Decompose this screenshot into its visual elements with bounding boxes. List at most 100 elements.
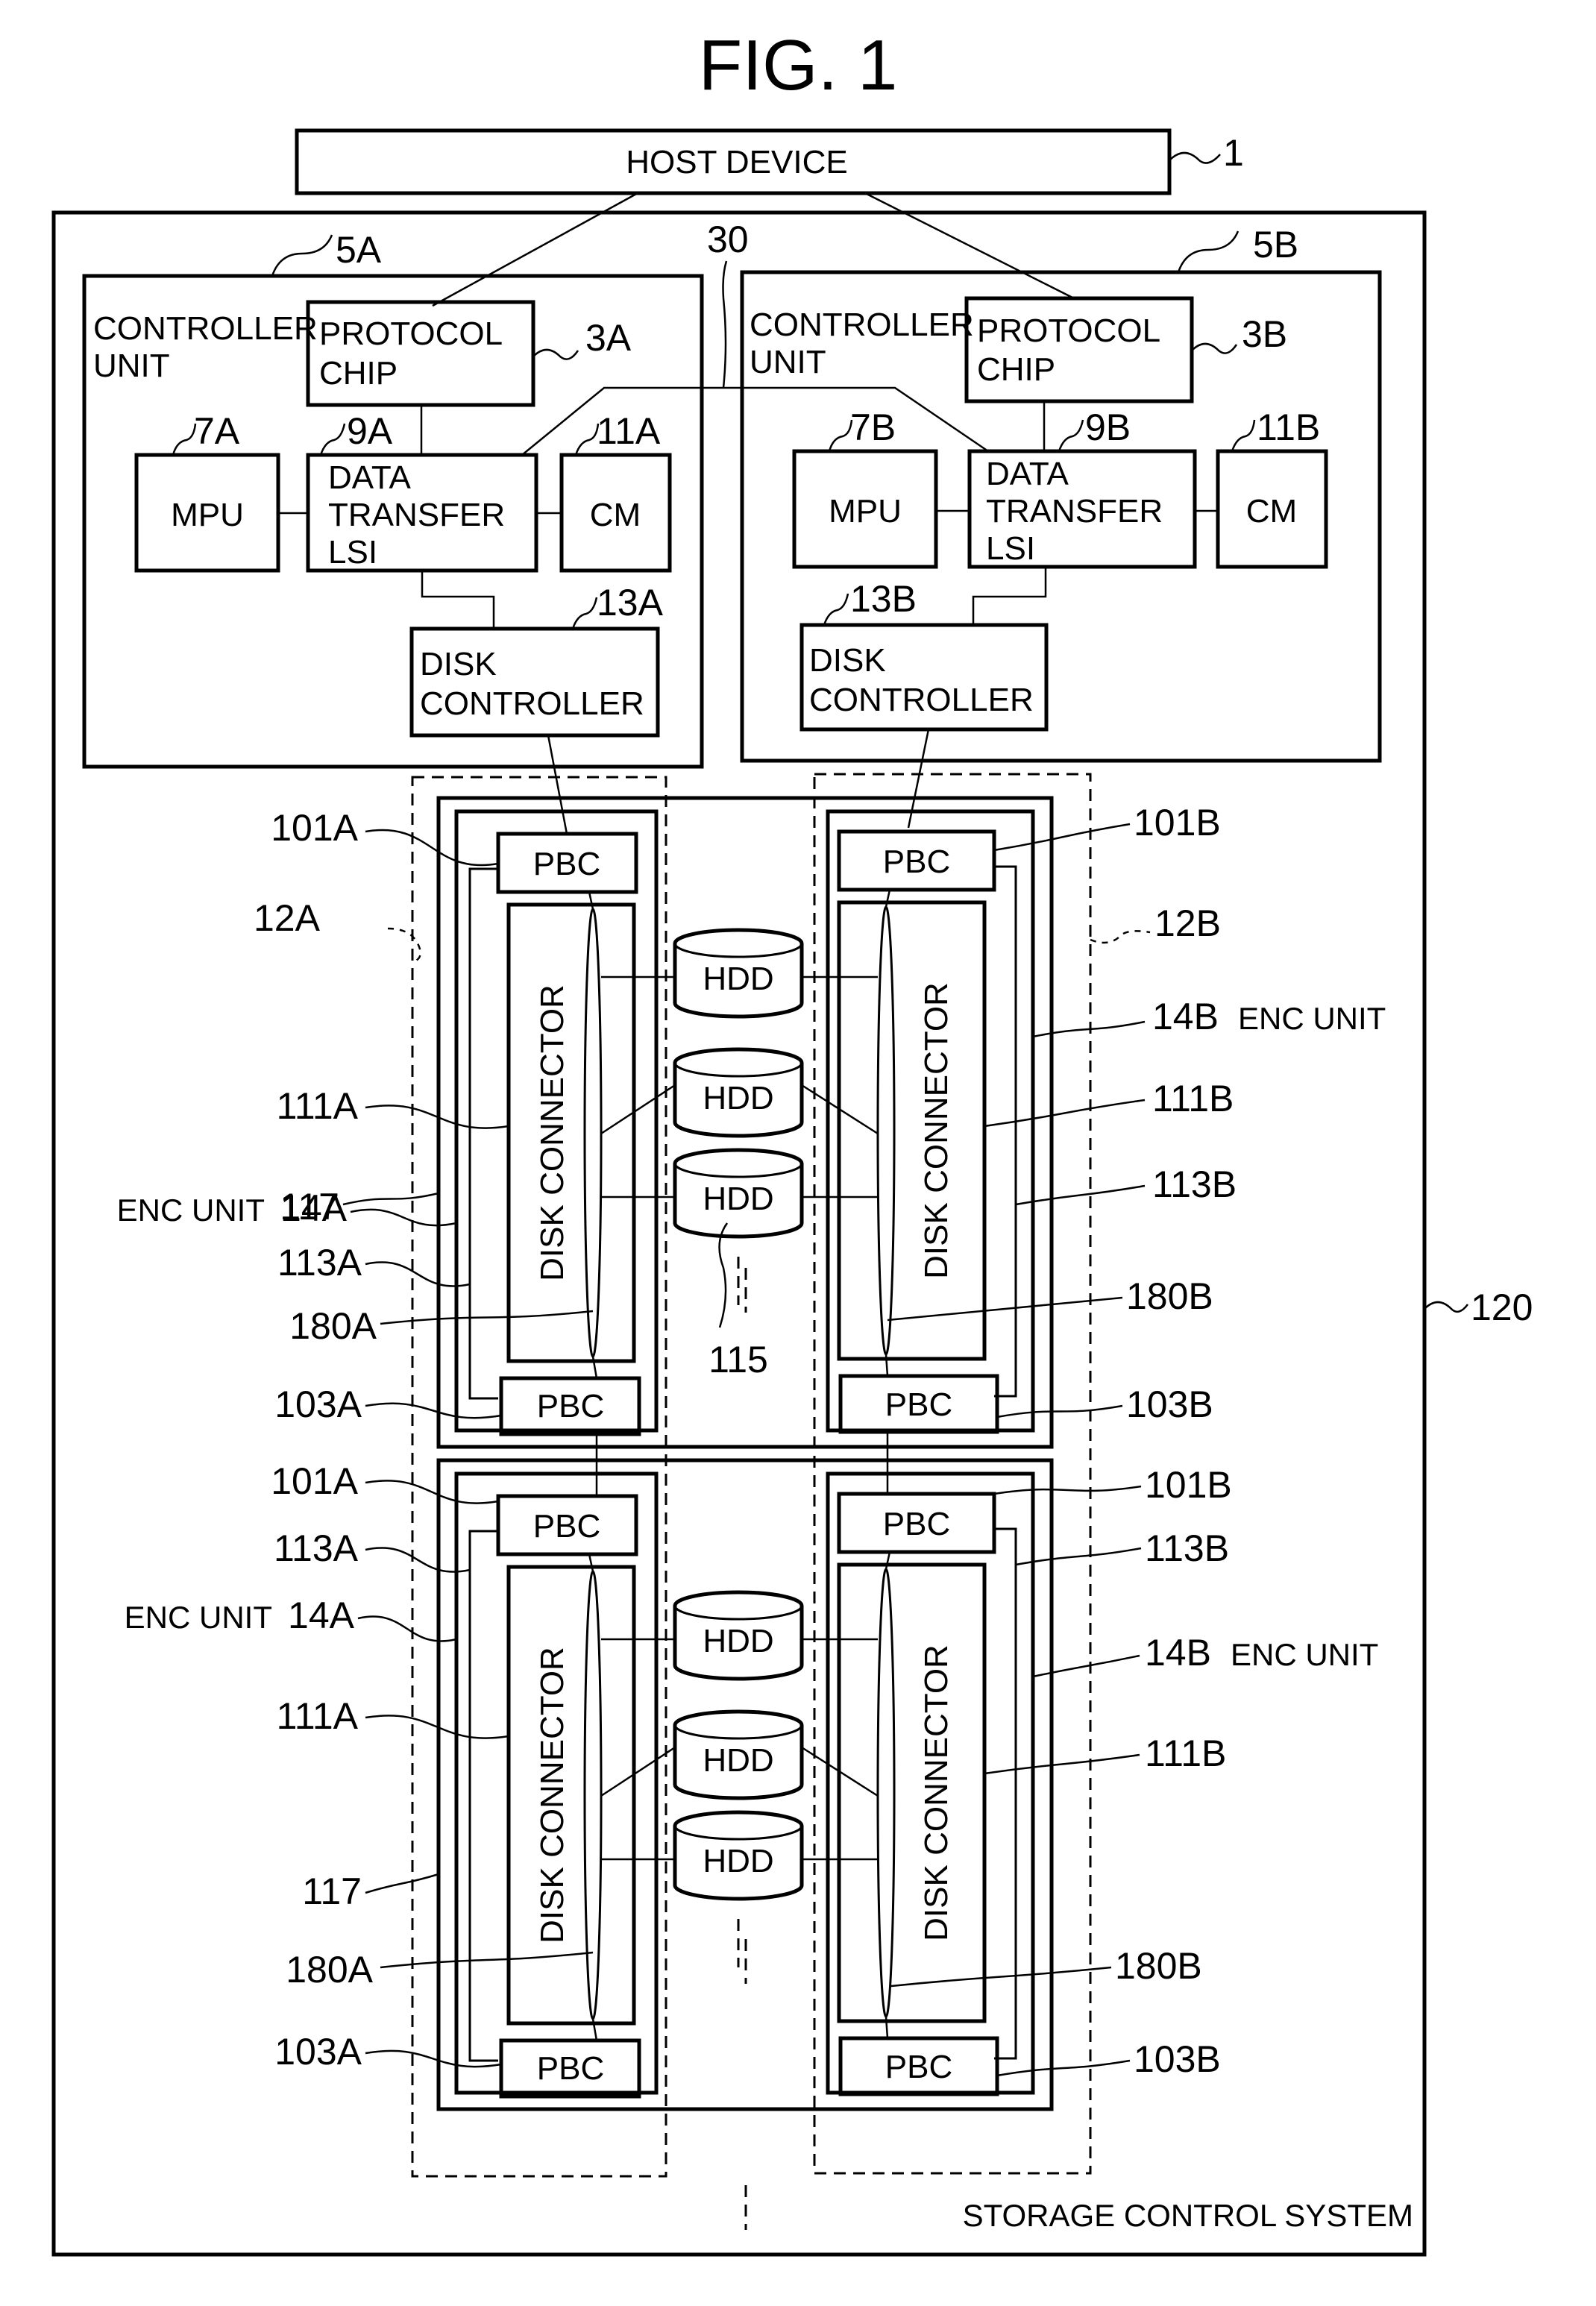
disk-controller-a-ref: 13A <box>597 582 664 623</box>
pbc-bottom-a-label: PBC <box>537 1388 604 1424</box>
ref-111a: 111A <box>277 1085 359 1127</box>
ref-115: 115 <box>709 1339 768 1380</box>
disk-controller-b-ref: 13B <box>850 578 917 620</box>
host-link-b <box>864 192 1075 300</box>
loop-180b <box>876 905 896 1356</box>
controller-unit-a: 5A CONTROLLER UNIT PROTOCOL CHIP 3A MPU … <box>82 229 704 769</box>
ref-180a: 180A <box>286 1949 373 1991</box>
inter-controller-path-ref: 30 <box>707 219 749 260</box>
data-transfer-lsi-b-line3: LSI <box>986 530 1035 567</box>
hdd-label: HDD <box>703 1843 773 1879</box>
disk-connector-a <box>506 902 636 1363</box>
ref-113a: 113A <box>277 1242 362 1284</box>
host-device: HOST DEVICE 1 <box>295 128 1244 195</box>
ref-101a: 101A <box>271 807 358 849</box>
hdd-label: HDD <box>703 1623 773 1659</box>
mpu-a-ref: 7A <box>194 410 240 452</box>
protocol-chip-b-line1: PROTOCOL <box>977 312 1160 349</box>
controller-a-label-line2: UNIT <box>93 348 170 384</box>
controller-b-label-line1: CONTROLLER <box>750 307 974 343</box>
data-transfer-lsi-b-line1: DATA <box>986 456 1069 492</box>
cache-memory-a-ref: 11A <box>597 410 661 452</box>
controller-a-ref: 5A <box>336 229 382 271</box>
hdd-2: HDD <box>600 1047 879 1138</box>
disk-controller-a-line2: CONTROLLER <box>420 685 644 722</box>
ref-111b: 111B <box>1145 1732 1226 1774</box>
enclosure-upper: PBC DISK CONNECTOR PBC PBC DISK CONNECTOR PBC… <box>117 796 1386 1449</box>
protocol-chip-b-ref: 3B <box>1242 313 1287 355</box>
data-transfer-lsi-a-line2: TRANSFER <box>328 497 505 533</box>
mpu-a-label: MPU <box>171 497 244 533</box>
hdd-3: HDD <box>601 1810 878 1901</box>
ref-14a: 14A <box>288 1595 355 1636</box>
enc-unit-a-text: ENC UNIT <box>125 1600 272 1635</box>
ref-113a: 113A <box>274 1527 359 1569</box>
ref-111a: 111A <box>277 1695 359 1737</box>
bypass-line-a <box>468 867 498 1400</box>
ref-101b: 101B <box>1145 1464 1232 1506</box>
hdd-label: HDD <box>703 1181 773 1217</box>
mpu-b-label: MPU <box>829 493 902 530</box>
ref-103b: 103B <box>1134 2038 1221 2080</box>
enclosures: PBC DISK CONNECTOR PBC PBC DISK CONNECTOR PBC… <box>117 796 1386 2111</box>
hdd-label: HDD <box>703 961 773 997</box>
pbc-bottom-b-label: PBC <box>885 2049 952 2085</box>
path-boundary-b-ref: 12B <box>1154 902 1221 944</box>
cache-memory-b-ref: 11B <box>1257 406 1320 448</box>
disk-controller-b-line1: DISK <box>809 642 886 679</box>
controller-a-label-line1: CONTROLLER <box>93 310 318 347</box>
ref-113b: 113B <box>1145 1527 1229 1569</box>
ref-14b: 14B <box>1152 996 1219 1037</box>
ref-103a: 103A <box>274 1383 362 1425</box>
storage-control-system-ref: 120 <box>1471 1286 1533 1328</box>
disk-controller-b-line2: CONTROLLER <box>809 682 1034 718</box>
disk-connector-b <box>837 1562 987 2023</box>
hdd-label: HDD <box>703 1742 773 1779</box>
host-device-ref: 1 <box>1223 132 1244 174</box>
pbc-bottom-b-label: PBC <box>885 1386 952 1423</box>
ref-101b: 101B <box>1134 802 1221 843</box>
bypass-line-b <box>994 1527 1017 2060</box>
protocol-chip-a-line2: CHIP <box>319 355 398 392</box>
cache-memory-b-label: CM <box>1246 493 1297 530</box>
data-transfer-lsi-a-ref: 9A <box>347 410 393 452</box>
loop-180b <box>876 1568 896 2018</box>
data-transfer-lsi-a-line3: LSI <box>328 534 377 571</box>
ref-14b: 14B <box>1145 1632 1211 1674</box>
data-transfer-lsi-a-line1: DATA <box>328 459 411 496</box>
pbc-bottom-a-label: PBC <box>537 2050 604 2087</box>
cache-memory-a-label: CM <box>590 497 641 533</box>
path-boundary-a-ref: 12A <box>254 897 321 939</box>
loop-180a <box>583 908 603 1358</box>
hdd-1: HDD <box>601 1590 878 1681</box>
disk-connector-a-label: DISK CONNECTOR <box>534 1647 571 1944</box>
ref-101a: 101A <box>271 1460 358 1502</box>
ref-117: 117 <box>302 1870 362 1912</box>
pbc-top-b-label: PBC <box>883 843 950 880</box>
storage-control-system-label: STORAGE CONTROL SYSTEM <box>963 2198 1413 2233</box>
figure-title: FIG. 1 <box>699 25 898 105</box>
loop-180a <box>583 1570 603 2020</box>
hdd-3: HDD <box>601 1148 878 1239</box>
data-transfer-lsi-b-line2: TRANSFER <box>986 493 1163 530</box>
controller-b-ref: 5B <box>1253 224 1298 266</box>
storage-control-system-diagram: FIG. 1 HOST DEVICE 1 STORAGE CONTROL SYS… <box>51 25 1533 2257</box>
disk-controller-a-line1: DISK <box>420 646 497 682</box>
hdd-label: HDD <box>703 1080 773 1116</box>
host-link-a <box>432 192 638 307</box>
ref-111b: 111B <box>1152 1078 1234 1119</box>
hdd-2: HDD <box>600 1709 879 1800</box>
pbc-top-a-label: PBC <box>533 846 600 882</box>
disk-connector-b <box>837 900 987 1361</box>
ref-180a: 180A <box>289 1305 377 1347</box>
ref-180b: 180B <box>1126 1275 1213 1317</box>
host-device-label: HOST DEVICE <box>626 144 847 180</box>
mpu-b-ref: 7B <box>850 406 896 448</box>
ref-14a: 14A <box>280 1187 348 1229</box>
protocol-chip-a-ref: 3A <box>585 317 632 359</box>
enc-unit-b-text: ENC UNIT <box>1238 1001 1386 1036</box>
enc-unit-b-text: ENC UNIT <box>1231 1637 1378 1672</box>
disk-connector-b-label: DISK CONNECTOR <box>918 1644 955 1941</box>
ref-113b: 113B <box>1152 1163 1237 1205</box>
ref-103a: 103A <box>274 2031 362 2073</box>
